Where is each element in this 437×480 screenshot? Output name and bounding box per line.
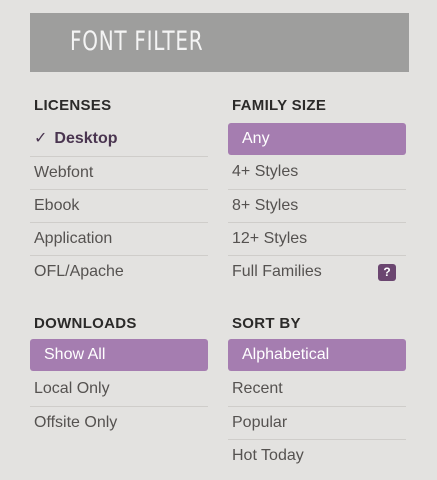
- downloads-item-label: Show All: [44, 346, 106, 363]
- license-item-label: OFL/Apache: [34, 263, 124, 280]
- sort-by-item-popular[interactable]: Popular: [228, 406, 406, 439]
- family-size-item-full-families[interactable]: Full Families ?: [228, 255, 406, 288]
- family-size-item-label: 8+ Styles: [232, 197, 299, 214]
- downloads-item-label: Offsite Only: [34, 414, 118, 431]
- downloads-item-offsite-only[interactable]: Offsite Only: [30, 406, 208, 439]
- family-size-item-label: Any: [242, 130, 270, 147]
- sort-by-item-label: Popular: [232, 414, 288, 431]
- license-item-label: Webfont: [34, 164, 94, 181]
- family-size-item-label: Full Families: [232, 263, 322, 280]
- sort-by-item-recent[interactable]: Recent: [228, 373, 406, 406]
- sort-by-item-label: Hot Today: [232, 447, 304, 464]
- license-item-desktop[interactable]: ✓ Desktop: [30, 123, 208, 156]
- downloads-item-label: Local Only: [34, 380, 110, 397]
- license-item-webfont[interactable]: Webfont: [30, 156, 208, 189]
- downloads-item-local-only[interactable]: Local Only: [30, 373, 208, 406]
- license-item-label: Ebook: [34, 197, 80, 214]
- license-item-application[interactable]: Application: [30, 222, 208, 255]
- family-size-item-12-plus[interactable]: 12+ Styles: [228, 222, 406, 255]
- page-title: FONT FILTER: [70, 26, 204, 57]
- license-item-label: Desktop: [54, 130, 118, 147]
- family-size-item-4-plus[interactable]: 4+ Styles: [228, 156, 406, 189]
- license-item-label: Application: [34, 230, 113, 247]
- license-item-ebook[interactable]: Ebook: [30, 189, 208, 222]
- downloads-title: DOWNLOADS: [34, 315, 137, 332]
- licenses-title: LICENSES: [34, 97, 112, 114]
- sort-by-item-alphabetical[interactable]: Alphabetical: [228, 339, 406, 371]
- downloads-item-show-all[interactable]: Show All: [30, 339, 208, 371]
- family-size-item-8-plus[interactable]: 8+ Styles: [228, 189, 406, 222]
- family-size-item-label: 4+ Styles: [232, 163, 299, 180]
- sort-by-title: SORT BY: [232, 315, 301, 332]
- sort-by-item-label: Alphabetical: [242, 346, 330, 363]
- sort-by-item-hot-today[interactable]: Hot Today: [228, 439, 406, 472]
- license-item-ofl-apache[interactable]: OFL/Apache: [30, 255, 208, 288]
- question-icon[interactable]: ?: [378, 264, 396, 281]
- font-filter-header: FONT FILTER: [30, 13, 409, 72]
- family-size-item-label: 12+ Styles: [232, 230, 308, 247]
- checkmark-icon: ✓: [34, 130, 48, 147]
- sort-by-item-label: Recent: [232, 380, 283, 397]
- family-size-item-any[interactable]: Any: [228, 123, 406, 155]
- family-size-title: FAMILY SIZE: [232, 97, 327, 114]
